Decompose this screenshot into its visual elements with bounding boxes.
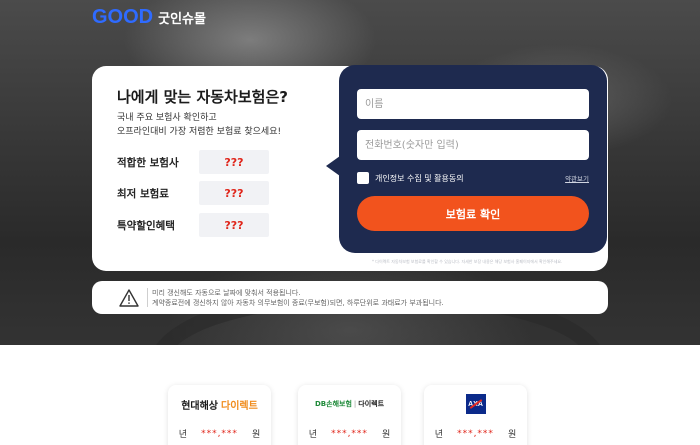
unit-year: 년 xyxy=(308,430,318,440)
notice-divider xyxy=(147,288,148,307)
phone-input[interactable] xyxy=(357,130,589,160)
result-row-discount: 특약할인혜택 ??? xyxy=(117,213,293,237)
check-premium-button[interactable]: 보험료 확인 xyxy=(357,196,589,231)
card-subtitle-line-2: 오프라인대비 가장 저렴한 보험료 찾으세요! xyxy=(117,127,282,137)
masked-price: ***,*** xyxy=(331,428,368,439)
result-value: ??? xyxy=(199,213,269,237)
privacy-consent-label[interactable]: 개인정보 수집 및 활용동의 xyxy=(375,173,464,184)
axa-logo: AXA xyxy=(424,394,527,414)
unit-won: 원 xyxy=(251,430,261,440)
result-label: 특약할인혜택 xyxy=(117,219,175,232)
hyundai-logo: 현대해상 다이렉트 xyxy=(181,400,258,412)
price-row: 년 ***,*** 원 xyxy=(298,427,401,441)
card-subtitle: 국내 주요 보험사 확인하고 오프라인대비 가장 저렴한 보험료 찾으세요! xyxy=(117,111,281,139)
form-fineprint: * 다이렉트 자동차보험 보험료를 확인할 수 있습니다. 자세한 보장 내용은… xyxy=(372,259,563,264)
insurer-card-hyundai[interactable]: 현대해상 다이렉트 년 ***,*** 원 xyxy=(168,385,271,445)
privacy-consent: 개인정보 수집 및 활용동의 약관보기 xyxy=(357,171,589,185)
logo[interactable]: GOOD 굿인슈몰 xyxy=(92,6,206,28)
result-label: 적합한 보험사 xyxy=(117,156,179,169)
unit-won: 원 xyxy=(381,430,391,440)
logo-wordmark: GOOD xyxy=(92,5,154,28)
result-value: ??? xyxy=(199,181,269,205)
price-row: 년 ***,*** 원 xyxy=(424,427,527,441)
price-row: 년 ***,*** 원 xyxy=(168,427,271,441)
unit-year: 년 xyxy=(178,430,188,440)
warning-icon xyxy=(119,289,139,307)
notice-text: 미리 갱신해도 자동으로 날짜에 맞춰서 적용됩니다. 계약종료전에 갱신하지 … xyxy=(152,288,444,308)
card-subtitle-line-1: 국내 주요 보험사 확인하고 xyxy=(117,113,217,123)
insurer-card-axa[interactable]: AXA 년 ***,*** 원 xyxy=(424,385,527,445)
masked-price: ***,*** xyxy=(201,428,238,439)
notice-line-1: 미리 갱신해도 자동으로 날짜에 맞춰서 적용됩니다. xyxy=(152,289,301,297)
renewal-notice: 미리 갱신해도 자동으로 날짜에 맞춰서 적용됩니다. 계약종료전에 갱신하지 … xyxy=(92,281,608,314)
insurer-card-db[interactable]: DB손해보험 | 다이렉트 년 ***,*** 원 xyxy=(298,385,401,445)
result-label: 최저 보험료 xyxy=(117,187,169,200)
unit-won: 원 xyxy=(507,430,517,440)
result-value: ??? xyxy=(199,150,269,174)
db-logo: DB손해보험 | 다이렉트 xyxy=(314,400,385,408)
card-title: 나에게 맞는 자동차보험은? xyxy=(117,88,288,106)
result-row-premium: 최저 보험료 ??? xyxy=(117,181,293,205)
name-input[interactable] xyxy=(357,89,589,119)
unit-year: 년 xyxy=(434,430,444,440)
result-row-insurer: 적합한 보험사 ??? xyxy=(117,150,293,174)
logo-korean-name: 굿인슈몰 xyxy=(158,11,206,27)
notice-line-2: 계약종료전에 갱신하지 않아 자동차 의무보험이 종료(무보험)되면, 하루단위… xyxy=(152,299,444,307)
quote-form: 개인정보 수집 및 활용동의 약관보기 보험료 확인 xyxy=(339,65,607,253)
privacy-consent-checkbox[interactable] xyxy=(357,172,369,184)
masked-price: ***,*** xyxy=(457,428,494,439)
terms-link[interactable]: 약관보기 xyxy=(565,173,589,183)
form-panel-pointer xyxy=(326,156,340,176)
